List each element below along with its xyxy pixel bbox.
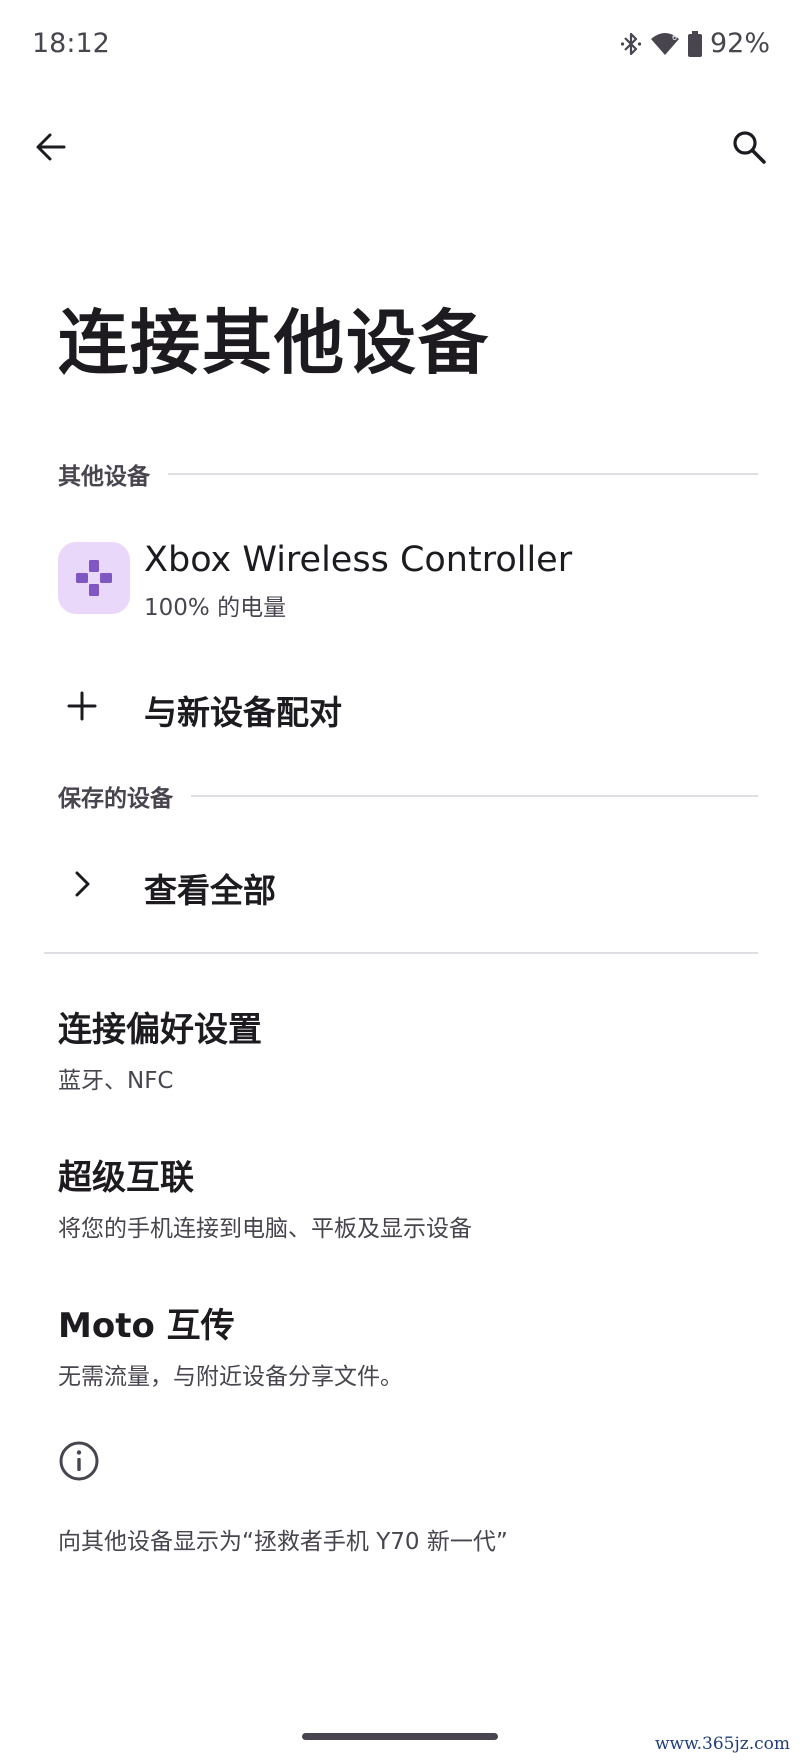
connection-preferences-item[interactable]: 连接偏好设置 蓝牙、NFC [58, 1002, 758, 1095]
bluetooth-icon [620, 31, 642, 57]
pref-title: 连接偏好设置 [58, 1010, 262, 1050]
section-title: 其他设备 [58, 464, 150, 490]
pref-subtitle: 将您的手机连接到电脑、平板及显示设备 [58, 1216, 472, 1242]
divider [44, 952, 758, 954]
pair-new-device-label: 与新设备配对 [144, 693, 342, 732]
back-button[interactable] [28, 124, 74, 170]
device-icon-container [58, 542, 130, 614]
page-title: 连接其他设备 [58, 302, 490, 384]
arrow-back-icon [36, 133, 66, 161]
pref-title: Moto 互传 [58, 1306, 235, 1346]
status-time: 18:12 [32, 28, 110, 59]
wifi-icon: 6 [650, 31, 680, 57]
pref-subtitle: 蓝牙、NFC [58, 1068, 174, 1094]
info-icon [59, 1441, 99, 1481]
see-all-label: 查看全部 [144, 871, 276, 910]
section-divider [191, 795, 758, 797]
see-all-saved-devices[interactable]: 查看全部 [58, 854, 758, 914]
search-button[interactable] [726, 124, 772, 170]
status-icons: 6 92% [620, 28, 770, 59]
status-bar: 18:12 6 92% [0, 0, 800, 90]
section-title: 保存的设备 [58, 786, 173, 812]
super-link-item[interactable]: 超级互联 将您的手机连接到电脑、平板及显示设备 [58, 1150, 758, 1243]
plus-icon [60, 684, 104, 728]
pair-new-device-button[interactable]: 与新设备配对 [58, 676, 758, 736]
top-app-bar [0, 110, 800, 190]
moto-transfer-item[interactable]: Moto 互传 无需流量，与附近设备分享文件。 [58, 1298, 758, 1391]
chevron-right-icon [60, 862, 104, 906]
device-item-xbox-controller[interactable]: Xbox Wireless Controller 100% 的电量 [58, 540, 758, 621]
device-battery-status: 100% 的电量 [144, 595, 287, 621]
watermark: www.365jz.com [655, 1734, 790, 1754]
svg-text:6: 6 [672, 33, 677, 42]
gamepad-icon [76, 560, 112, 596]
battery-percent: 92% [709, 28, 770, 59]
pref-subtitle: 无需流量，与附近设备分享文件。 [58, 1364, 403, 1390]
search-icon [733, 131, 766, 164]
device-name: Xbox Wireless Controller [144, 540, 573, 580]
section-header-other-devices: 其他设备 [58, 457, 758, 491]
visible-as-text: 向其他设备显示为“拯救者手机 Y70 新一代” [58, 1529, 508, 1555]
battery-icon [687, 30, 702, 57]
section-header-saved-devices: 保存的设备 [58, 779, 758, 813]
gesture-nav-handle[interactable] [302, 1733, 498, 1740]
section-divider [168, 473, 758, 475]
pref-title: 超级互联 [58, 1158, 194, 1198]
